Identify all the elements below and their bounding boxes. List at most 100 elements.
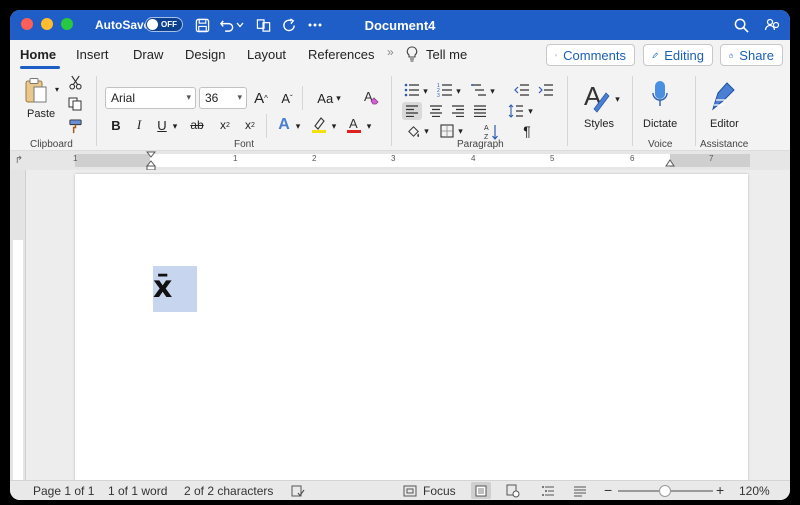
microphone-icon[interactable] xyxy=(650,78,670,112)
zoom-window-button[interactable] xyxy=(61,18,73,30)
tab-insert[interactable]: Insert xyxy=(76,47,109,62)
bullets-icon[interactable] xyxy=(403,82,421,98)
tab-layout[interactable]: Layout xyxy=(247,47,286,62)
outline-view-icon[interactable] xyxy=(540,483,556,499)
font-color-icon[interactable]: A xyxy=(345,115,363,135)
borders-dropdown-icon[interactable]: ▾ xyxy=(456,123,465,139)
voice-group-label: Voice xyxy=(648,139,673,150)
font-size-dropdown[interactable]: 36 ▾ xyxy=(199,87,247,109)
editor-icon[interactable] xyxy=(709,80,739,112)
multilevel-dropdown-icon[interactable]: ▾ xyxy=(488,83,497,99)
share-icon xyxy=(729,52,733,58)
share-label: Share xyxy=(739,47,774,63)
zoom-in-button[interactable]: + xyxy=(716,482,724,498)
shading-icon[interactable] xyxy=(404,122,422,140)
minimize-window-button[interactable] xyxy=(41,18,53,30)
borders-icon[interactable] xyxy=(438,122,456,140)
tab-draw[interactable]: Draw xyxy=(133,47,163,62)
draft-view-icon[interactable] xyxy=(572,483,588,499)
zoom-out-button[interactable]: − xyxy=(604,482,612,498)
chevron-down-icon: ▾ xyxy=(186,92,191,102)
undo-dropdown-icon[interactable] xyxy=(234,14,246,36)
document-text[interactable]: x̄ xyxy=(153,268,197,308)
multilevel-list-icon[interactable] xyxy=(470,82,488,98)
zoom-slider-handle[interactable] xyxy=(659,485,671,497)
underline-dropdown-icon[interactable]: ▾ xyxy=(170,117,180,135)
editing-label: Editing xyxy=(664,47,704,63)
redo-icon[interactable] xyxy=(278,14,300,36)
word-count[interactable]: 1 of 1 word xyxy=(108,484,167,498)
tab-stop-selector-icon[interactable]: ↱ xyxy=(14,153,24,167)
focus-icon[interactable] xyxy=(402,483,418,499)
tab-design[interactable]: Design xyxy=(185,47,225,62)
tab-home[interactable]: Home xyxy=(20,47,56,62)
increase-indent-icon[interactable] xyxy=(537,82,555,98)
more-tabs-icon[interactable]: » xyxy=(387,45,394,59)
autosave-toggle[interactable]: OFF xyxy=(145,17,183,32)
grow-font-icon[interactable]: A ^ xyxy=(252,88,270,108)
numbering-icon[interactable]: 123 xyxy=(436,82,454,98)
ruler-number: 4 xyxy=(471,154,476,163)
strikethrough-button[interactable]: ab xyxy=(187,116,207,134)
styles-dropdown-icon[interactable]: ▾ xyxy=(613,92,622,106)
proofing-icon[interactable] xyxy=(290,483,306,499)
font-name-dropdown[interactable]: Arial ▾ xyxy=(105,87,196,109)
tab-references[interactable]: References xyxy=(308,47,374,62)
copy-icon[interactable] xyxy=(67,96,83,112)
font-color-dropdown-icon[interactable]: ▾ xyxy=(364,117,374,135)
change-case-button[interactable]: Aa ▾ xyxy=(312,88,346,108)
bullets-dropdown-icon[interactable]: ▾ xyxy=(421,83,430,99)
word-window: AutoSave OFF Document4 Home Insert Draw … xyxy=(10,10,790,500)
decrease-indent-icon[interactable] xyxy=(513,82,531,98)
numbering-dropdown-icon[interactable]: ▾ xyxy=(454,83,463,99)
editing-button[interactable]: Editing xyxy=(643,44,713,66)
save-icon[interactable] xyxy=(191,14,213,36)
paste-dropdown-icon[interactable]: ▾ xyxy=(52,84,62,94)
styles-icon[interactable]: A xyxy=(581,80,615,114)
indent-marker[interactable] xyxy=(146,151,156,171)
more-icon[interactable] xyxy=(304,14,326,36)
subscript-button[interactable]: x2 xyxy=(216,116,234,134)
align-right-button[interactable] xyxy=(448,102,468,120)
line-spacing-dropdown-icon[interactable]: ▾ xyxy=(526,103,535,119)
justify-button[interactable] xyxy=(470,102,490,120)
ruler-text-area xyxy=(150,154,670,167)
align-center-button[interactable] xyxy=(426,102,446,120)
zoom-level[interactable]: 120% xyxy=(739,484,770,498)
align-left-button[interactable] xyxy=(402,102,422,120)
share-button[interactable]: Share xyxy=(720,44,783,66)
close-window-button[interactable] xyxy=(21,18,33,30)
highlight-dropdown-icon[interactable]: ▾ xyxy=(329,117,339,135)
cut-icon[interactable] xyxy=(67,74,83,90)
text-effects-icon[interactable]: A xyxy=(275,115,293,135)
shading-dropdown-icon[interactable]: ▾ xyxy=(422,123,431,139)
web-layout-view-icon[interactable] xyxy=(505,483,521,499)
superscript-button[interactable]: x2 xyxy=(241,116,259,134)
copy-format-icon[interactable] xyxy=(253,14,275,36)
divider xyxy=(391,76,392,146)
line-spacing-icon[interactable] xyxy=(506,102,526,120)
paste-icon[interactable] xyxy=(22,76,50,106)
focus-label[interactable]: Focus xyxy=(423,484,456,498)
format-painter-icon[interactable] xyxy=(67,118,83,134)
account-icon[interactable] xyxy=(761,14,783,36)
comments-button[interactable]: Comments xyxy=(546,44,635,66)
tell-me-search[interactable]: Tell me xyxy=(426,47,467,62)
bold-button[interactable]: B xyxy=(109,116,123,134)
search-icon[interactable] xyxy=(730,14,752,36)
character-count[interactable]: 2 of 2 characters xyxy=(184,484,273,498)
underline-button[interactable]: U xyxy=(155,116,169,134)
italic-button[interactable]: I xyxy=(132,116,146,134)
highlight-icon[interactable] xyxy=(310,115,328,135)
document-page[interactable]: x̄ xyxy=(75,174,748,484)
toggle-knob xyxy=(147,19,158,30)
page-count[interactable]: Page 1 of 1 xyxy=(33,484,94,498)
assistance-group-label: Assistance xyxy=(700,139,749,150)
ruler-number: 7 xyxy=(709,154,714,163)
shrink-font-icon[interactable]: Aˇ xyxy=(278,88,296,108)
right-indent-marker[interactable] xyxy=(665,155,675,169)
pilcrow-icon[interactable]: ¶ xyxy=(518,122,536,140)
text-effects-dropdown-icon[interactable]: ▾ xyxy=(293,117,303,135)
print-layout-view-icon[interactable] xyxy=(471,482,491,499)
clear-formatting-icon[interactable]: A xyxy=(362,87,380,107)
